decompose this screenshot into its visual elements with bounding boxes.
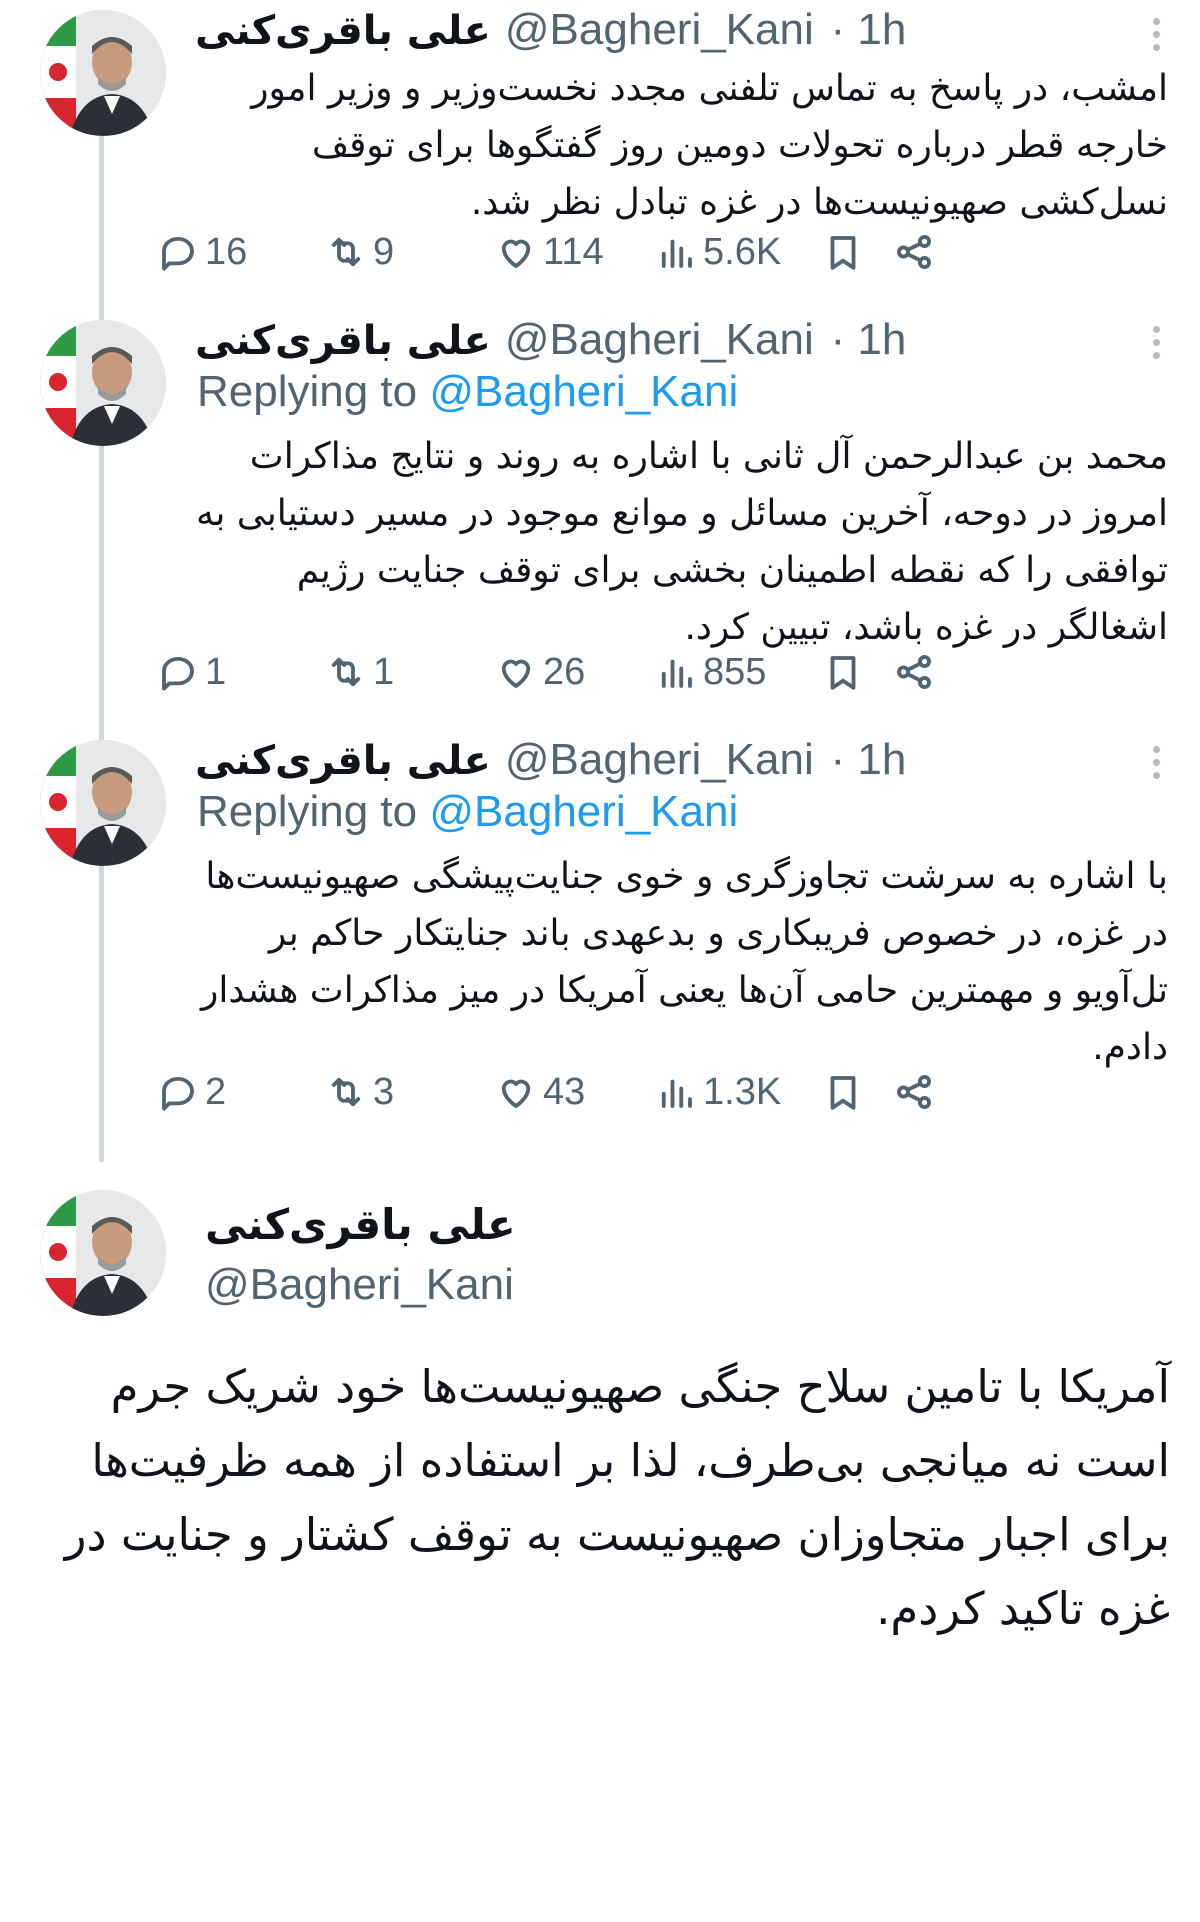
- views-button[interactable]: 855: [655, 642, 766, 702]
- like-button[interactable]: 43: [495, 1062, 585, 1122]
- author-name[interactable]: علی باقری‌کنی: [195, 738, 491, 784]
- replying-to: Replying to @Bagheri_Kani: [197, 782, 738, 842]
- reply-icon: [162, 1076, 194, 1111]
- reply-button[interactable]: 16: [157, 222, 247, 282]
- action-bar: 2 3 43 1.3K: [162, 1062, 1170, 1122]
- repost-button[interactable]: 1: [325, 642, 394, 702]
- replying-to: Replying to @Bagheri_Kani: [197, 362, 738, 422]
- views-count: 1.3K: [703, 1070, 782, 1113]
- reply-button[interactable]: 1: [157, 642, 226, 702]
- more-icon[interactable]: [1144, 734, 1168, 790]
- repost-icon: [331, 1077, 361, 1107]
- author-handle[interactable]: @Bagheri_Kani: [505, 735, 814, 784]
- thread-tweet[interactable]: علی باقری‌کنی @Bagheri_Kani · 1h Replying…: [0, 315, 1200, 740]
- share-button[interactable]: [893, 1062, 935, 1122]
- action-bar: 1 1 26 855: [162, 642, 1170, 702]
- like-icon: [501, 1079, 531, 1108]
- views-button[interactable]: 5.6K: [655, 222, 781, 282]
- reply-icon: [162, 236, 194, 271]
- tweet-text: محمد بن عبدالرحمن آل ثانی با اشاره به رو…: [196, 436, 1168, 648]
- like-icon: [501, 239, 531, 268]
- author-handle[interactable]: @Bagheri_Kani: [505, 5, 814, 54]
- views-button[interactable]: 1.3K: [655, 1062, 781, 1122]
- more-icon[interactable]: [1144, 314, 1168, 370]
- author-name[interactable]: علی باقری‌کنی: [205, 1200, 516, 1249]
- repost-icon: [331, 657, 361, 687]
- like-count: 26: [543, 650, 586, 693]
- bookmark-button[interactable]: [822, 642, 864, 702]
- thread-tweet[interactable]: علی باقری‌کنی @Bagheri_Kani · 1h Replying…: [0, 735, 1200, 1160]
- bookmark-icon: [830, 656, 856, 690]
- author-handle[interactable]: @Bagheri_Kani: [505, 315, 814, 364]
- tweet-text: امشب، در پاسخ به تماس تلفنی مجدد نخست‌وز…: [251, 68, 1168, 223]
- like-count: 114: [543, 230, 604, 273]
- repost-count: 9: [373, 230, 395, 273]
- author-name[interactable]: علی باقری‌کنی: [195, 318, 491, 364]
- share-icon: [897, 235, 931, 269]
- like-count: 43: [543, 1070, 586, 1113]
- bookmark-button[interactable]: [822, 222, 864, 282]
- repost-button[interactable]: 9: [325, 222, 394, 282]
- avatar[interactable]: [40, 10, 166, 136]
- views-count: 5.6K: [703, 230, 782, 273]
- replying-label: Replying to: [197, 787, 418, 836]
- timestamp[interactable]: · 1h: [830, 315, 906, 364]
- thread-tweet[interactable]: علی باقری‌کنی @Bagheri_Kani · 1h امشب، در…: [0, 0, 1200, 320]
- replying-label: Replying to: [197, 367, 418, 416]
- views-count: 855: [703, 650, 767, 693]
- timestamp[interactable]: · 1h: [830, 735, 906, 784]
- share-button[interactable]: [893, 222, 935, 282]
- tweet-header: علی باقری‌کنی @Bagheri_Kani · 1h: [195, 732, 1120, 788]
- reply-count: 1: [205, 650, 227, 693]
- tweet-text: آمریکا با تامین سلاح جنگی صهیونیست‌ها خو…: [64, 1360, 1170, 1635]
- bookmark-icon: [830, 236, 856, 270]
- like-icon: [501, 659, 531, 688]
- share-button[interactable]: [893, 642, 935, 702]
- repost-count: 3: [373, 1070, 395, 1113]
- views-icon: [661, 659, 692, 688]
- like-button[interactable]: 26: [495, 642, 585, 702]
- views-icon: [661, 239, 692, 268]
- avatar[interactable]: [40, 320, 166, 446]
- action-bar: 16 9 114 5.6K: [162, 222, 1170, 282]
- tweet-header: علی باقری‌کنی @Bagheri_Kani · 1h: [195, 312, 1120, 368]
- share-icon: [897, 655, 931, 689]
- author-handle[interactable]: @Bagheri_Kani: [205, 1260, 514, 1310]
- views-icon: [661, 1079, 692, 1108]
- reply-count: 2: [205, 1070, 227, 1113]
- repost-button[interactable]: 3: [325, 1062, 394, 1122]
- repost-icon: [331, 237, 361, 267]
- reply-icon: [162, 656, 194, 691]
- bookmark-icon: [830, 1076, 856, 1110]
- avatar[interactable]: [40, 1190, 166, 1316]
- main-tweet[interactable]: علی باقری‌کنی @Bagheri_Kani آمریکا با تا…: [0, 1160, 1200, 1922]
- tweet-header: علی باقری‌کنی @Bagheri_Kani · 1h: [195, 2, 1120, 58]
- like-button[interactable]: 114: [495, 222, 604, 282]
- reply-button[interactable]: 2: [157, 1062, 226, 1122]
- replying-mention[interactable]: @Bagheri_Kani: [429, 787, 738, 836]
- timestamp[interactable]: · 1h: [830, 5, 906, 54]
- tweet-text: با اشاره به سرشت تجاوزگری و خوی جنایت‌پی…: [200, 856, 1168, 1068]
- avatar[interactable]: [40, 740, 166, 866]
- share-icon: [897, 1075, 931, 1109]
- author-name[interactable]: علی باقری‌کنی: [195, 8, 491, 54]
- more-icon[interactable]: [1144, 6, 1168, 62]
- replying-mention[interactable]: @Bagheri_Kani: [429, 367, 738, 416]
- bookmark-button[interactable]: [822, 1062, 864, 1122]
- reply-count: 16: [205, 230, 248, 273]
- repost-count: 1: [373, 650, 395, 693]
